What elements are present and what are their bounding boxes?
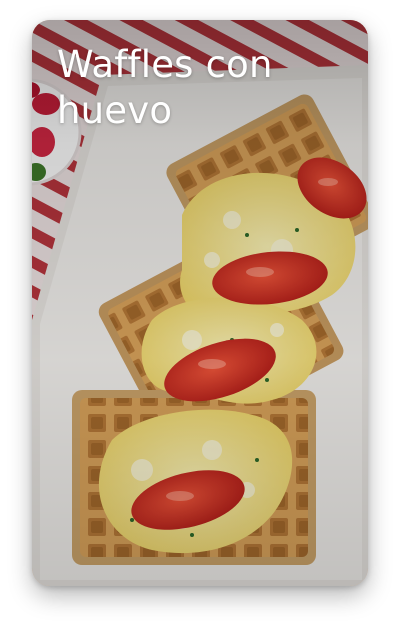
recipe-card[interactable]: Waffles con huevo bbox=[32, 20, 368, 586]
recipe-title: Waffles con huevo bbox=[57, 43, 273, 132]
